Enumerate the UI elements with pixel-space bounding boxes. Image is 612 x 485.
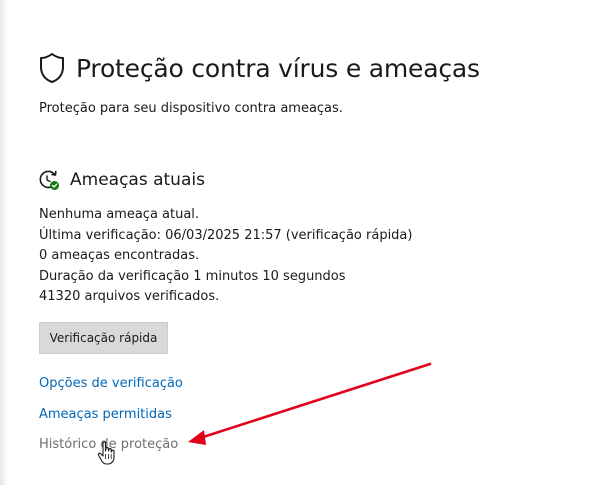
refresh-check-icon — [39, 170, 59, 190]
status-last-scan: Última verificação: 06/03/2025 21:57 (ve… — [39, 227, 413, 243]
protection-history-link[interactable]: Histórico de proteção — [39, 437, 178, 452]
status-files-scanned: 41320 arquivos verificados. — [39, 289, 220, 304]
window-edge — [0, 0, 8, 485]
shield-icon — [40, 53, 64, 83]
page-title: Proteção contra vírus e ameaças — [76, 53, 480, 83]
windows-security-page: Proteção contra vírus e ameaças Proteção… — [0, 0, 612, 485]
page-subtitle: Proteção para seu dispositivo contra ame… — [39, 101, 343, 116]
threat-status-details: Nenhuma ameaça atual. Última verificação… — [39, 205, 412, 308]
status-threats-found: 0 ameaças encontradas. — [39, 248, 200, 263]
status-no-threats: Nenhuma ameaça atual. — [39, 207, 200, 222]
status-scan-duration: Duração da verificação 1 minutos 10 segu… — [39, 268, 346, 284]
page-header: Proteção contra vírus e ameaças — [38, 52, 480, 84]
scan-options-link[interactable]: Opções de verificação — [39, 376, 183, 391]
current-threats-header: Ameaças atuais — [38, 169, 205, 191]
allowed-threats-link[interactable]: Ameaças permitidas — [39, 407, 172, 422]
quick-scan-button[interactable]: Verificação rápida — [39, 322, 168, 354]
current-threats-title: Ameaças atuais — [70, 170, 205, 190]
